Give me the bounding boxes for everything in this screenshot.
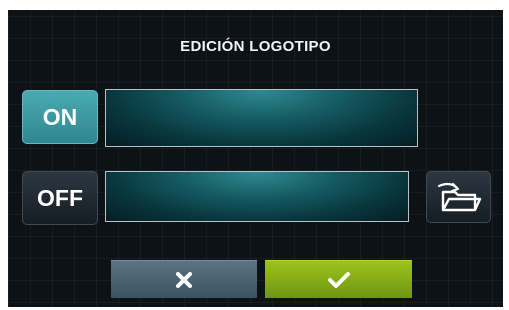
folder-open-icon <box>437 182 481 212</box>
off-button-label: OFF <box>37 184 83 211</box>
logo-on-field[interactable] <box>105 89 418 147</box>
screen: EDICIÓN LOGOTIPO ON OFF <box>8 10 503 307</box>
page-title: EDICIÓN LOGOTIPO <box>180 38 331 55</box>
cancel-button[interactable] <box>111 260 257 298</box>
logo-off-field[interactable] <box>105 171 409 222</box>
on-button-label: ON <box>42 103 78 130</box>
checkmark-icon <box>327 271 350 288</box>
off-button[interactable]: OFF <box>22 171 98 225</box>
on-button[interactable]: ON <box>22 90 98 144</box>
confirm-button[interactable] <box>265 260 412 298</box>
open-folder-button[interactable] <box>426 171 491 223</box>
x-icon <box>176 271 192 288</box>
